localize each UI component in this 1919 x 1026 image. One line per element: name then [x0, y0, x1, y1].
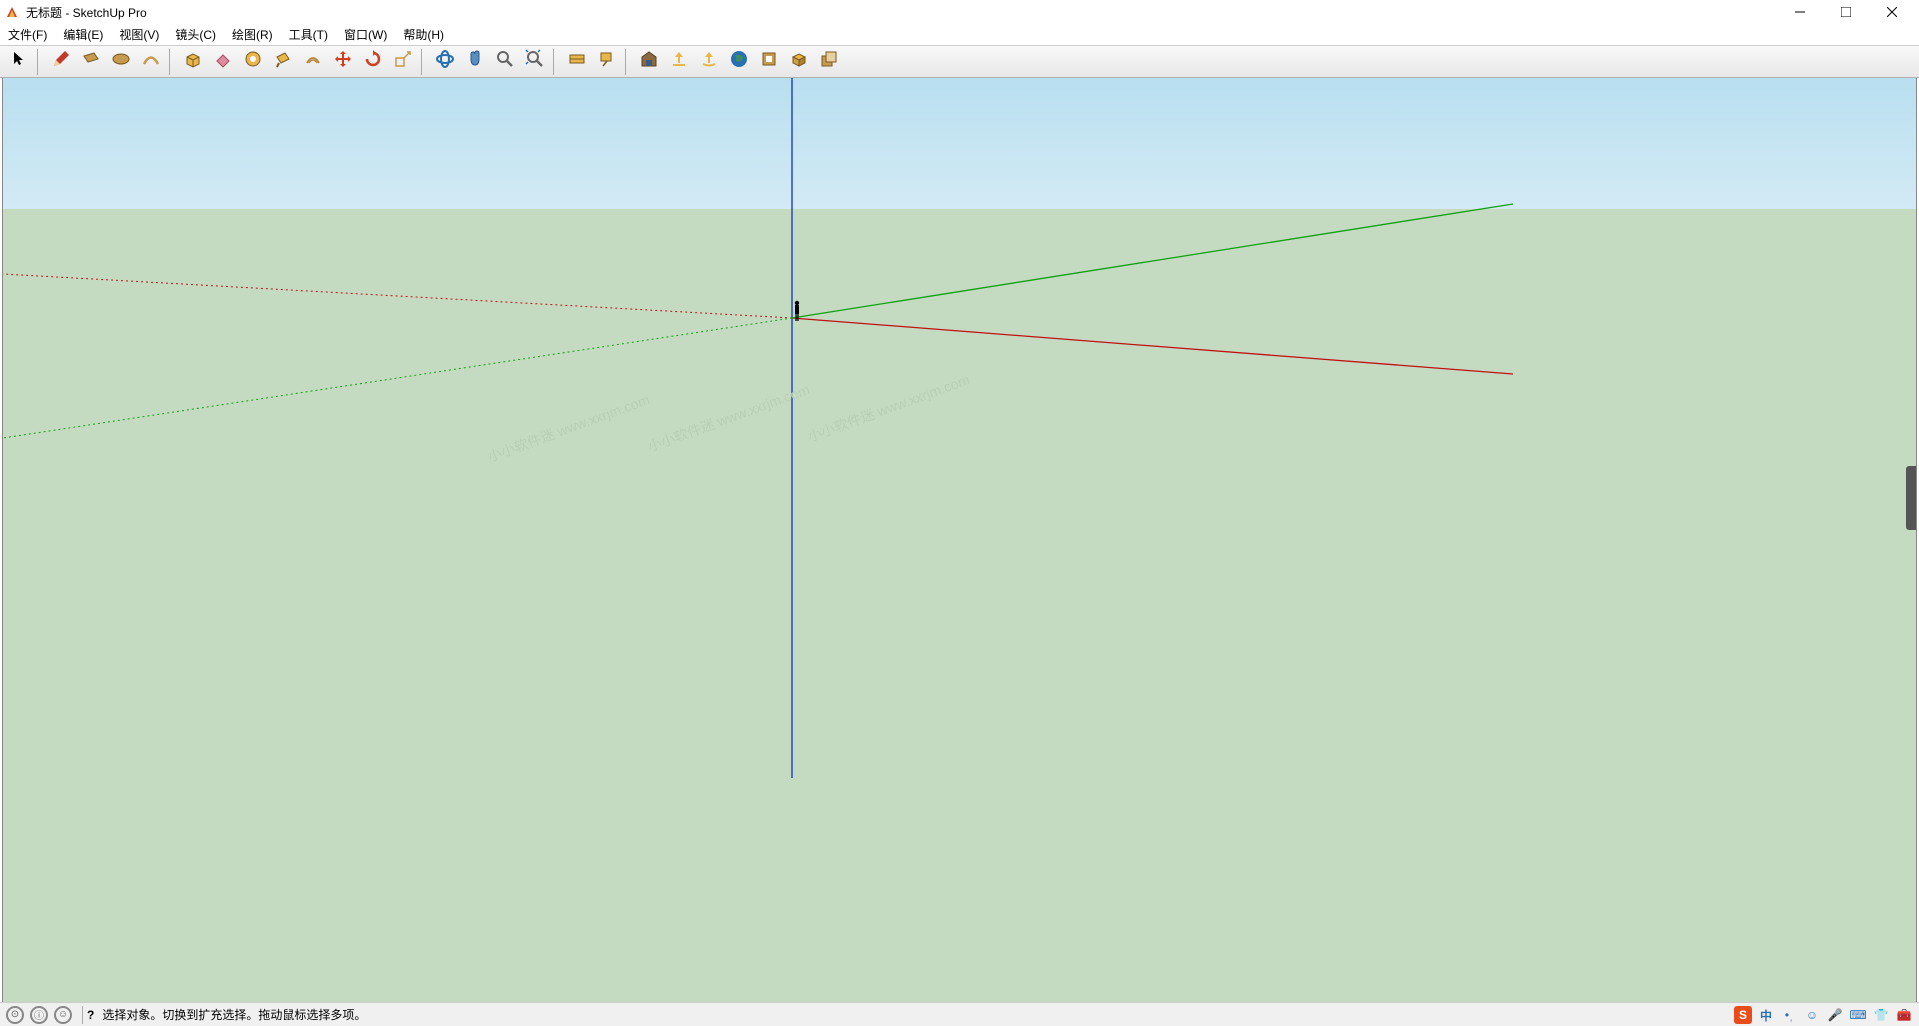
- geolocation[interactable]: [724, 48, 754, 76]
- ime-lang-toggle[interactable]: 中: [1757, 1006, 1775, 1024]
- ime-toolbox-icon[interactable]: 🧰: [1895, 1006, 1913, 1024]
- dimension-tool[interactable]: [562, 48, 592, 76]
- pan-tool[interactable]: [460, 48, 490, 76]
- text-tool[interactable]: [592, 48, 622, 76]
- upload-model[interactable]: [664, 48, 694, 76]
- axes-overlay: [3, 78, 1916, 1002]
- extension-warehouse[interactable]: [754, 48, 784, 76]
- menu-view[interactable]: 视图(V): [111, 24, 167, 45]
- rotate-tool[interactable]: [358, 48, 388, 76]
- orbit-tool[interactable]: [430, 48, 460, 76]
- x-axis-positive: [792, 318, 1513, 374]
- send-model[interactable]: [694, 48, 724, 76]
- title-bar: 无标题 - SketchUp Pro: [0, 0, 1919, 24]
- 3d-viewport[interactable]: 小小软件迷 www.xxrjm.com 小小软件迷 www.xxrjm.com …: [2, 78, 1917, 1002]
- maximize-button[interactable]: [1823, 0, 1869, 24]
- status-bar: ⊙ ⓘ ☺ ? 选择对象。切换到扩充选择。拖动鼠标选择多项。 度量: [0, 1002, 1919, 1026]
- rect-icon: [81, 49, 101, 74]
- menu-tools[interactable]: 工具(T): [281, 24, 336, 45]
- select-tool[interactable]: [4, 48, 34, 76]
- orbit-icon: [435, 49, 455, 74]
- ime-tray: S 中 •ˌ ☺ 🎤 ⌨ 👕 🧰: [1728, 1004, 1919, 1026]
- menu-camera[interactable]: 镜头(C): [167, 24, 224, 45]
- send-icon: [699, 49, 719, 74]
- menu-help[interactable]: 帮助(H): [395, 24, 452, 45]
- zoom-icon: [495, 49, 515, 74]
- earth-icon: [729, 49, 749, 74]
- group-tool[interactable]: [814, 48, 844, 76]
- rotate-icon: [363, 49, 383, 74]
- paint-icon: [273, 49, 293, 74]
- window-title: 无标题 - SketchUp Pro: [26, 4, 1777, 21]
- main-toolbar: [0, 46, 1919, 78]
- offset-icon: [303, 49, 323, 74]
- component-tool[interactable]: [784, 48, 814, 76]
- tape-icon: [243, 49, 263, 74]
- minimize-button[interactable]: [1777, 0, 1823, 24]
- close-button[interactable]: [1869, 0, 1915, 24]
- warehouse-icon: [639, 49, 659, 74]
- ime-skin-icon[interactable]: 👕: [1872, 1006, 1890, 1024]
- cursor-icon: [10, 50, 28, 73]
- menu-bar: 文件(F) 编辑(E) 视图(V) 镜头(C) 绘图(R) 工具(T) 窗口(W…: [0, 24, 1919, 46]
- credits-status-icon[interactable]: ⓘ: [30, 1006, 48, 1024]
- box-icon: [183, 49, 203, 74]
- tape-tool[interactable]: [238, 48, 268, 76]
- pencil-tool[interactable]: [46, 48, 76, 76]
- move-icon: [333, 49, 353, 74]
- rectangle-tool[interactable]: [76, 48, 106, 76]
- tray-panel-handle[interactable]: [1906, 466, 1916, 530]
- ime-keyboard-icon[interactable]: ⌨: [1849, 1006, 1867, 1024]
- menu-edit[interactable]: 编辑(E): [55, 24, 111, 45]
- y-axis-negative: [3, 318, 792, 438]
- signin-status-icon[interactable]: ☺: [54, 1006, 72, 1024]
- circle-icon: [111, 49, 131, 74]
- x-axis-negative: [3, 274, 792, 318]
- 3d-warehouse[interactable]: [634, 48, 664, 76]
- y-axis-positive: [792, 204, 1513, 318]
- text-icon: [597, 49, 617, 74]
- menu-window[interactable]: 窗口(W): [336, 24, 395, 45]
- circle-tool[interactable]: [106, 48, 136, 76]
- zoomext-icon: [525, 49, 545, 74]
- pushpull-tool[interactable]: [178, 48, 208, 76]
- zoom-tool[interactable]: [490, 48, 520, 76]
- menu-file[interactable]: 文件(F): [0, 24, 55, 45]
- scale-tool[interactable]: [388, 48, 418, 76]
- comp-icon: [789, 49, 809, 74]
- offset-tool[interactable]: [298, 48, 328, 76]
- status-hint: 选择对象。切换到扩充选择。拖动鼠标选择多项。: [94, 1006, 1761, 1023]
- app-logo-icon: [4, 4, 20, 20]
- scale-figure-icon: [792, 300, 802, 327]
- ime-brand-icon[interactable]: S: [1734, 1006, 1752, 1024]
- ime-punct-icon[interactable]: •ˌ: [1780, 1006, 1798, 1024]
- move-tool[interactable]: [328, 48, 358, 76]
- menu-draw[interactable]: 绘图(R): [224, 24, 281, 45]
- pencil-icon: [51, 49, 71, 74]
- zoom-extents-tool[interactable]: [520, 48, 550, 76]
- ime-emoji-icon[interactable]: ☺: [1803, 1006, 1821, 1024]
- paint-tool[interactable]: [268, 48, 298, 76]
- scale-icon: [393, 49, 413, 74]
- ext-icon: [759, 49, 779, 74]
- dim-icon: [567, 49, 587, 74]
- group-icon: [819, 49, 839, 74]
- arc-tool[interactable]: [136, 48, 166, 76]
- arc-icon: [141, 49, 161, 74]
- eraser-tool[interactable]: [208, 48, 238, 76]
- ime-voice-icon[interactable]: 🎤: [1826, 1006, 1844, 1024]
- geo-status-icon[interactable]: ⊙: [6, 1006, 24, 1024]
- upload-icon: [669, 49, 689, 74]
- hand-icon: [465, 49, 485, 74]
- eraser-icon: [213, 49, 233, 74]
- help-icon[interactable]: ?: [87, 1008, 94, 1022]
